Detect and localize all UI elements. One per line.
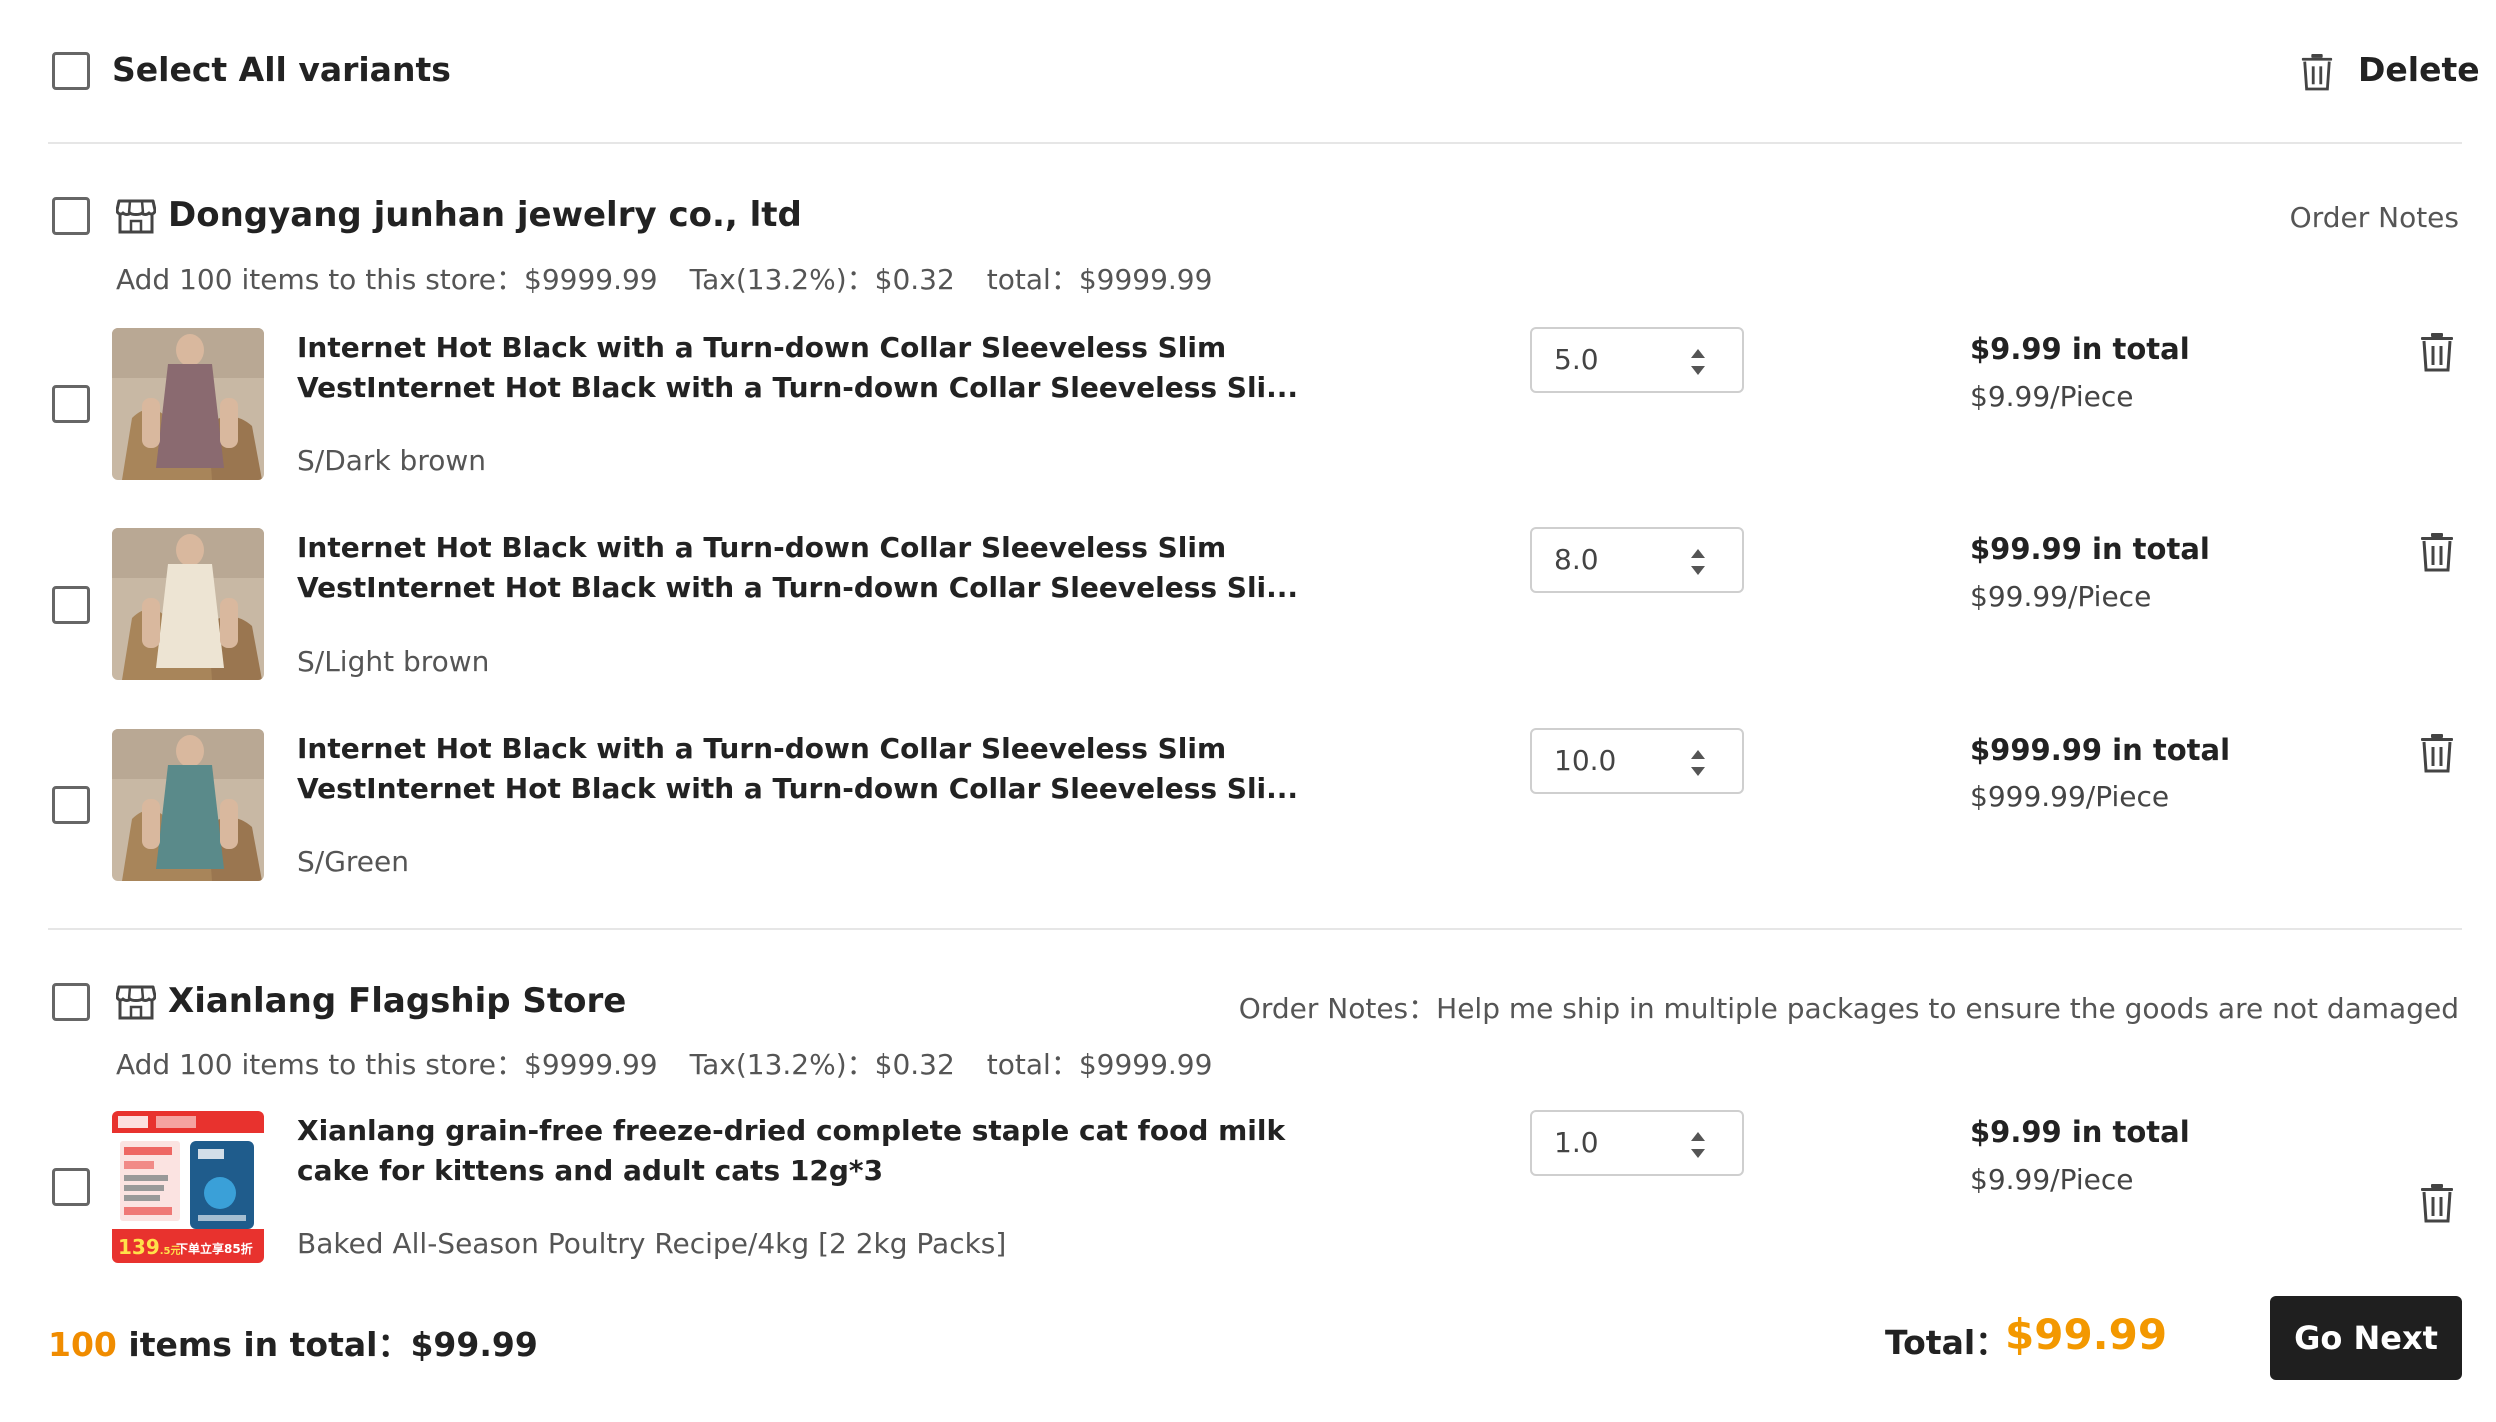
- quantity-value: 8.0: [1554, 543, 1599, 576]
- store-icon: [116, 984, 156, 1020]
- item-title[interactable]: Internet Hot Black with a Turn-down Coll…: [297, 328, 1317, 408]
- footer-items-label: items in total：$99.99: [116, 1325, 538, 1364]
- item-checkbox[interactable]: [52, 786, 90, 824]
- trash-icon[interactable]: [2419, 1183, 2455, 1223]
- item-title[interactable]: Internet Hot Black with a Turn-down Coll…: [297, 528, 1317, 608]
- item-checkbox[interactable]: [52, 385, 90, 423]
- quantity-stepper[interactable]: 8.0: [1530, 527, 1744, 593]
- quantity-stepper[interactable]: 1.0: [1530, 1110, 1744, 1176]
- item-total-price: $9.99 in total: [1970, 332, 2190, 366]
- store-name[interactable]: Xianlang Flagship Store: [168, 981, 626, 1021]
- item-total-price: $99.99 in total: [1970, 532, 2210, 566]
- thumb-price-value: 139: [118, 1235, 160, 1259]
- product-thumbnail[interactable]: 139.5元 下单立享85折: [112, 1111, 264, 1263]
- store-checkbox[interactable]: [52, 983, 90, 1021]
- store-summary: Add 100 items to this store：$9999.99 Tax(…: [116, 1043, 1244, 1083]
- product-thumbnail[interactable]: [112, 729, 264, 881]
- spinner-arrows-icon[interactable]: [1690, 1130, 1706, 1160]
- store-name[interactable]: Dongyang junhan jewelry co., ltd: [168, 195, 802, 235]
- store-summary-total: total：$9999.99: [986, 263, 1213, 296]
- order-notes[interactable]: Order Notes：Help me ship in multiple pac…: [1239, 987, 2459, 1027]
- store-summary-total: total：$9999.99: [986, 1048, 1213, 1081]
- quantity-value: 10.0: [1554, 744, 1617, 777]
- item-title[interactable]: Xianlang grain-free freeze-dried complet…: [297, 1111, 1317, 1191]
- item-variant: S/Light brown: [297, 645, 490, 678]
- item-total-price: $9.99 in total: [1970, 1115, 2190, 1149]
- select-all-label: Select All variants: [112, 50, 451, 89]
- footer-count: 100: [48, 1325, 117, 1364]
- divider: [48, 928, 2462, 930]
- spinner-arrows-icon[interactable]: [1690, 347, 1706, 377]
- item-total-price: $999.99 in total: [1970, 733, 2231, 767]
- trash-icon[interactable]: [2300, 52, 2334, 92]
- item-unit-price: $999.99/Piece: [1970, 780, 2170, 813]
- item-unit-price: $99.99/Piece: [1970, 580, 2152, 613]
- go-next-button[interactable]: Go Next: [2270, 1296, 2462, 1380]
- item-unit-price: $9.99/Piece: [1970, 1163, 2134, 1196]
- footer-total-label: Total：: [1885, 1323, 2009, 1362]
- quantity-stepper[interactable]: 5.0: [1530, 327, 1744, 393]
- spinner-arrows-icon[interactable]: [1690, 748, 1706, 778]
- product-thumbnail[interactable]: [112, 528, 264, 680]
- thumb-promo: 下单立享85折: [176, 1241, 253, 1256]
- store-summary: Add 100 items to this store：$9999.99 Tax(…: [116, 258, 1244, 298]
- spinner-arrows-icon[interactable]: [1690, 547, 1706, 577]
- store-summary-tax: Tax(13.2%)：$0.32: [689, 1048, 955, 1081]
- store-summary-add: Add 100 items to this store：$9999.99: [116, 263, 658, 296]
- item-variant: S/Dark brown: [297, 444, 486, 477]
- divider: [48, 142, 2462, 144]
- quantity-stepper[interactable]: 10.0: [1530, 728, 1744, 794]
- select-all-checkbox[interactable]: [52, 52, 90, 90]
- store-icon: [116, 198, 156, 234]
- trash-icon[interactable]: [2419, 532, 2455, 572]
- store-summary-add: Add 100 items to this store：$9999.99: [116, 1048, 658, 1081]
- item-checkbox[interactable]: [52, 1168, 90, 1206]
- item-variant: Baked All-Season Poultry Recipe/4kg [2 2…: [297, 1227, 1007, 1260]
- footer-total-value: $99.99: [2005, 1310, 2168, 1359]
- quantity-value: 5.0: [1554, 343, 1599, 376]
- item-title[interactable]: Internet Hot Black with a Turn-down Coll…: [297, 729, 1317, 809]
- quantity-value: 1.0: [1554, 1126, 1599, 1159]
- delete-button[interactable]: Delete: [2358, 50, 2480, 89]
- item-checkbox[interactable]: [52, 586, 90, 624]
- item-unit-price: $9.99/Piece: [1970, 380, 2134, 413]
- product-thumbnail[interactable]: [112, 328, 264, 480]
- store-checkbox[interactable]: [52, 197, 90, 235]
- store-summary-tax: Tax(13.2%)：$0.32: [689, 263, 955, 296]
- trash-icon[interactable]: [2419, 332, 2455, 372]
- footer-item-count: 100 items in total：$99.99: [48, 1318, 538, 1366]
- order-notes[interactable]: Order Notes: [2290, 201, 2459, 234]
- item-variant: S/Green: [297, 845, 409, 878]
- trash-icon[interactable]: [2419, 733, 2455, 773]
